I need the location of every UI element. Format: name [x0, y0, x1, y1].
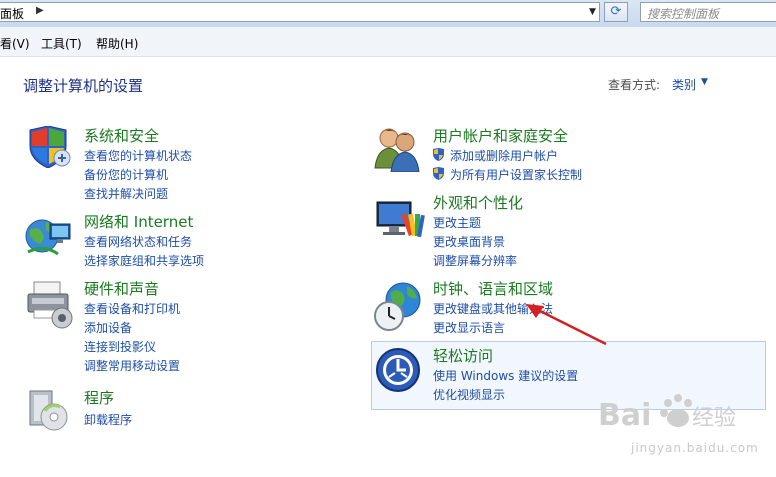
address-path[interactable]: 面板 [0, 5, 24, 22]
network-globe-icon[interactable] [24, 214, 74, 260]
link-change-display-language[interactable]: 更改显示语言 [433, 319, 505, 336]
link-change-theme[interactable]: 更改主题 [433, 214, 481, 231]
link-view-computer-status[interactable]: 查看您的计算机状态 [84, 147, 192, 164]
category-title-system-security[interactable]: 系统和安全 [84, 125, 159, 146]
refresh-icon: ⟳ [610, 4, 622, 19]
link-devices-printers[interactable]: 查看设备和打印机 [84, 300, 180, 317]
category-title-appearance[interactable]: 外观和个性化 [433, 192, 523, 213]
search-input[interactable]: 搜索控制面板 [640, 2, 776, 22]
link-optimize-video[interactable]: 优化视频显示 [433, 386, 505, 403]
category-title-programs[interactable]: 程序 [84, 387, 114, 408]
baidu-watermark-logo: Bai 经验 [598, 394, 736, 433]
link-desktop-background[interactable]: 更改桌面背景 [433, 233, 505, 250]
category-title-hardware-sound[interactable]: 硬件和声音 [84, 278, 159, 299]
annotation-arrow-icon [526, 304, 607, 346]
page-title: 调整计算机的设置 [23, 77, 144, 95]
address-field[interactable]: 面板 ▶ ▼ [0, 2, 600, 22]
menu-tools[interactable]: 工具(T) [41, 35, 82, 52]
chevron-down-icon[interactable]: ▼ [586, 3, 599, 21]
link-connect-projector[interactable]: 连接到投影仪 [84, 338, 156, 355]
category-title-user-accounts[interactable]: 用户帐户和家庭安全 [433, 125, 568, 146]
printer-icon[interactable] [24, 280, 74, 330]
link-troubleshoot[interactable]: 查找并解决问题 [84, 185, 168, 202]
menu-help[interactable]: 帮助(H) [96, 35, 138, 52]
uac-shield-icon [433, 167, 444, 180]
svg-text:经验: 经验 [692, 406, 736, 431]
category-title-ease-of-access[interactable]: 轻松访问 [433, 345, 493, 366]
view-by-label: 查看方式: [608, 78, 661, 92]
link-screen-resolution[interactable]: 调整屏幕分辨率 [433, 252, 517, 269]
view-by-dropdown[interactable]: 类别 [672, 76, 696, 93]
link-homegroup[interactable]: 选择家庭组和共享选项 [84, 252, 204, 269]
link-recommended-settings[interactable]: 使用 Windows 建议的设置 [433, 367, 578, 384]
svg-text:Bai: Bai [598, 398, 651, 433]
link-network-status[interactable]: 查看网络状态和任务 [84, 233, 192, 250]
address-bar: 面板 ▶ ▼ ⟳ 搜索控制面板 [0, 0, 776, 27]
menu-view[interactable]: 看(V) [0, 35, 30, 52]
link-add-device[interactable]: 添加设备 [84, 319, 132, 336]
breadcrumb-arrow-icon[interactable]: ▶ [36, 5, 44, 16]
link-add-remove-users[interactable]: 添加或删除用户帐户 [450, 147, 558, 164]
programs-icon[interactable] [24, 387, 70, 433]
clock-globe-icon[interactable] [373, 280, 425, 332]
shield-icon[interactable] [24, 126, 72, 168]
link-uninstall-program[interactable]: 卸载程序 [84, 411, 132, 428]
category-title-network[interactable]: 网络和 Internet [84, 211, 193, 232]
menu-bar: 看(V) 工具(T) 帮助(H) [0, 27, 776, 57]
appearance-icon[interactable] [373, 198, 425, 242]
link-mobility-settings[interactable]: 调整常用移动设置 [84, 357, 180, 374]
users-icon[interactable] [373, 126, 425, 172]
link-parental-controls[interactable]: 为所有用户设置家长控制 [450, 166, 582, 183]
refresh-button[interactable]: ⟳ [604, 2, 628, 22]
watermark-subtext: jingyan.baidu.com [631, 441, 759, 455]
uac-shield-icon [433, 148, 444, 161]
link-backup-computer[interactable]: 备份您的计算机 [84, 166, 168, 183]
ease-of-access-icon[interactable] [375, 347, 421, 393]
chevron-down-icon[interactable]: ▼ [701, 77, 708, 87]
